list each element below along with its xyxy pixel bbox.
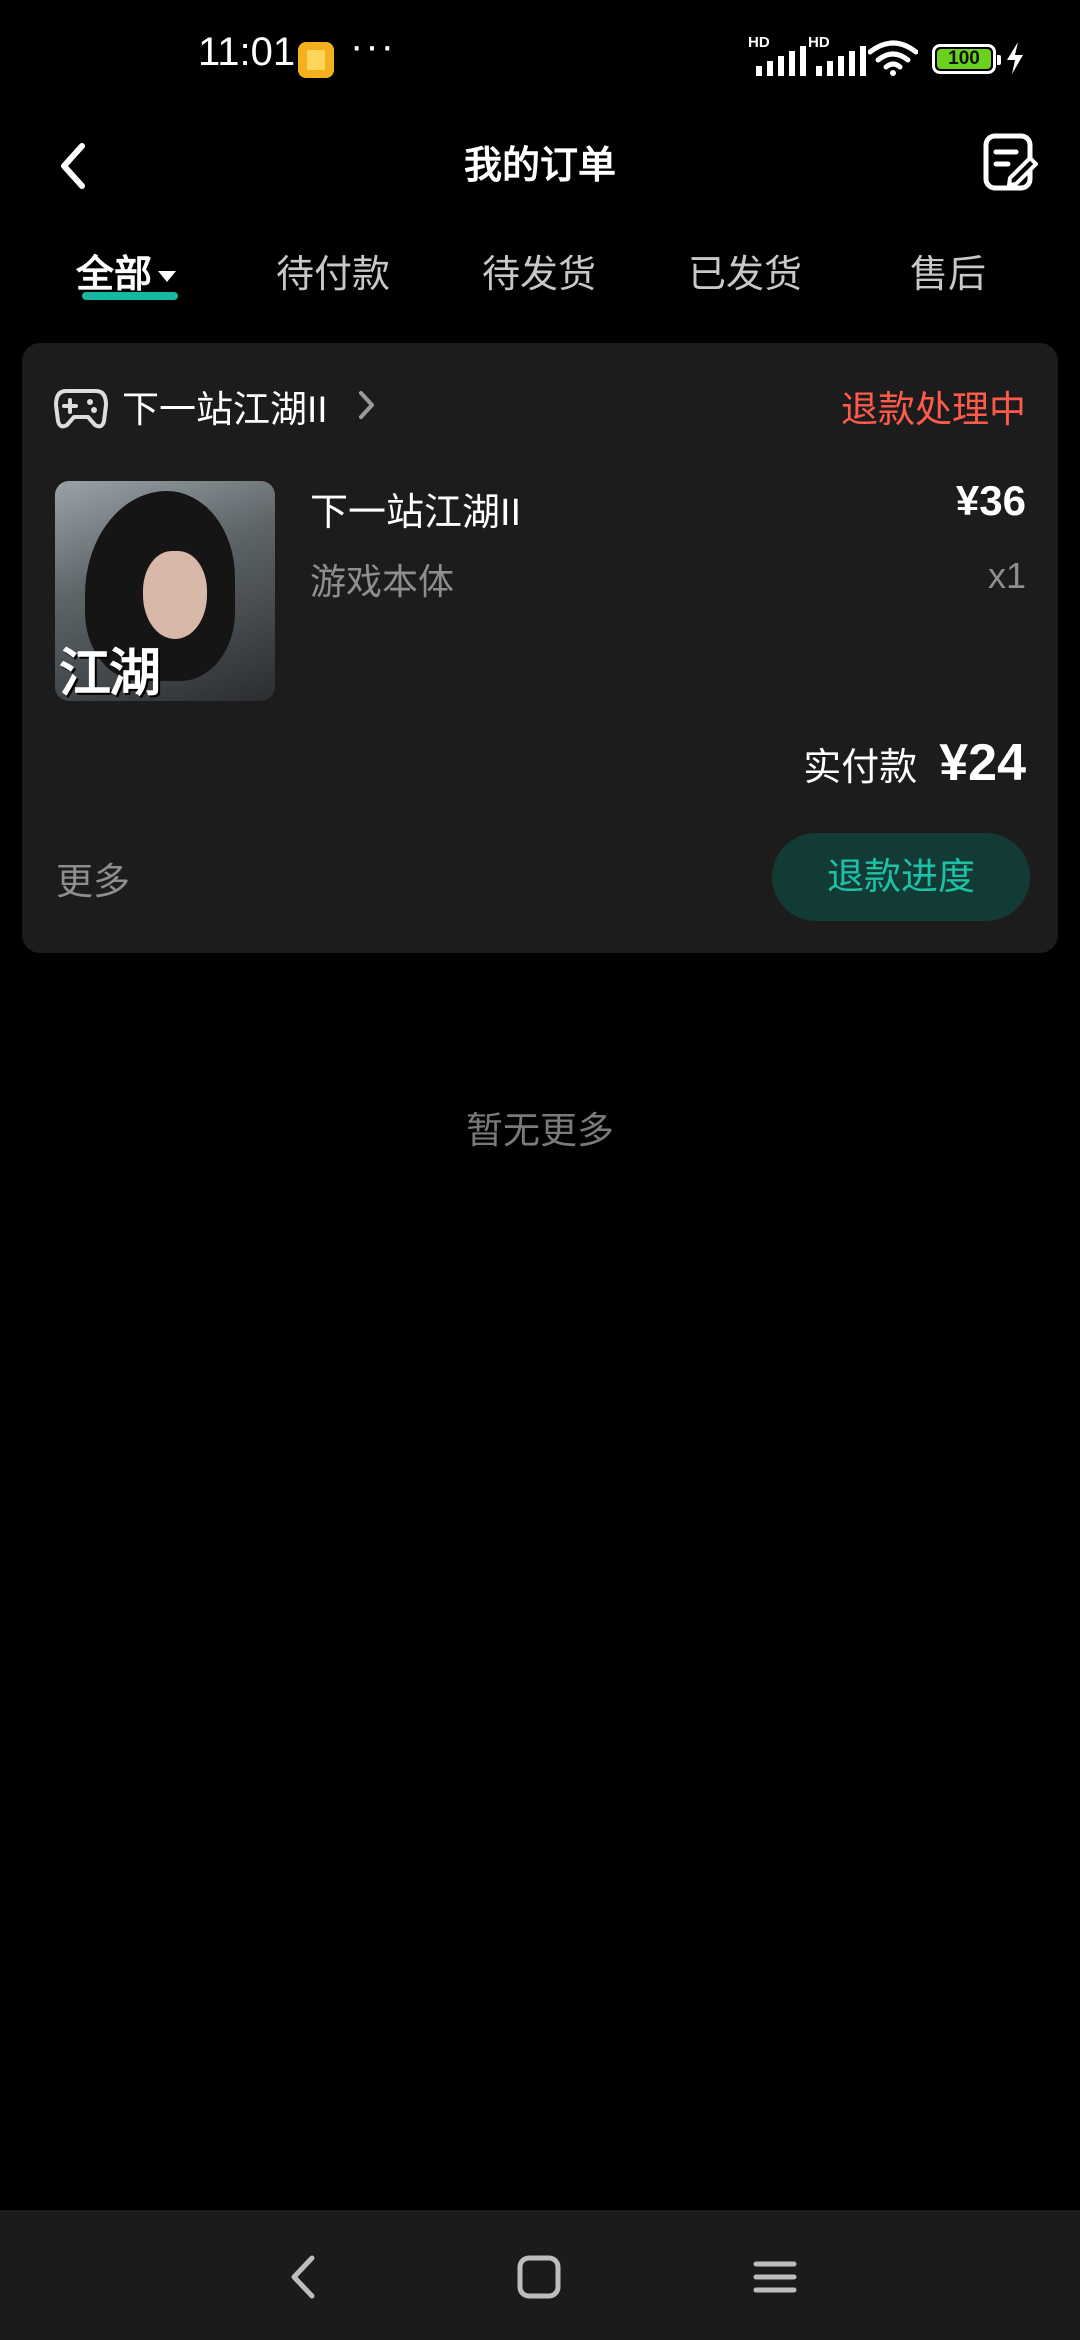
system-nav-bar	[0, 2210, 1080, 2340]
status-bar: 11:01 ··· HD HD 100	[0, 0, 1080, 120]
tab-shipped[interactable]: 已发货	[688, 240, 802, 310]
status-time: 11:01	[198, 30, 296, 74]
tab-all-label: 全部	[76, 254, 153, 296]
notification-app-icon	[298, 42, 334, 78]
no-more-text: 暂无更多	[466, 1110, 614, 1151]
product-variant: 游戏本体	[310, 561, 455, 602]
battery-icon: 100	[932, 44, 1001, 74]
order-status: 退款处理中	[841, 389, 1026, 430]
header-bar: 我的订单	[0, 120, 1080, 216]
more-notifications-indicator: ···	[350, 24, 396, 68]
nav-home-icon[interactable]	[504, 2242, 574, 2312]
tab-pending-shipment[interactable]: 待发货	[482, 240, 596, 310]
charging-icon	[1007, 42, 1023, 74]
cover-logo-text: 江湖	[59, 643, 161, 701]
paid-amount: ¥24	[939, 734, 1026, 792]
order-tabs: 全部 待付款 待发货 已发货 售后	[0, 240, 1080, 320]
active-tab-indicator	[82, 292, 178, 300]
nav-back-icon[interactable]	[270, 2242, 340, 2312]
more-button[interactable]: 更多	[56, 851, 130, 905]
chevron-right-icon[interactable]	[356, 389, 378, 421]
paid-label: 实付款	[803, 747, 918, 789]
product-name[interactable]: 下一站江湖II	[310, 481, 521, 536]
battery-level: 100	[948, 48, 980, 69]
paid-amount-row: 实付款 ¥24	[803, 733, 1026, 803]
tab-pending-payment[interactable]: 待付款	[276, 240, 390, 310]
product-quantity: x1	[987, 555, 1026, 596]
gamepad-icon	[54, 389, 108, 429]
page-title: 我的订单	[463, 145, 616, 187]
tab-after-sales[interactable]: 售后	[910, 240, 986, 310]
order-edit-icon[interactable]	[980, 128, 1040, 196]
wifi-icon	[868, 40, 918, 76]
refund-progress-button[interactable]: 退款进度	[772, 833, 1030, 921]
store-name[interactable]: 下一站江湖II	[122, 379, 328, 433]
dropdown-caret-icon	[158, 271, 177, 283]
product-price: ¥36	[955, 477, 1026, 524]
nav-menu-icon[interactable]	[740, 2242, 810, 2312]
order-card[interactable]: 下一站江湖II 退款处理中 江湖 下一站江湖II 游戏本体 ¥36 x1 实付款…	[22, 343, 1058, 953]
product-cover-image[interactable]: 江湖	[55, 481, 275, 701]
